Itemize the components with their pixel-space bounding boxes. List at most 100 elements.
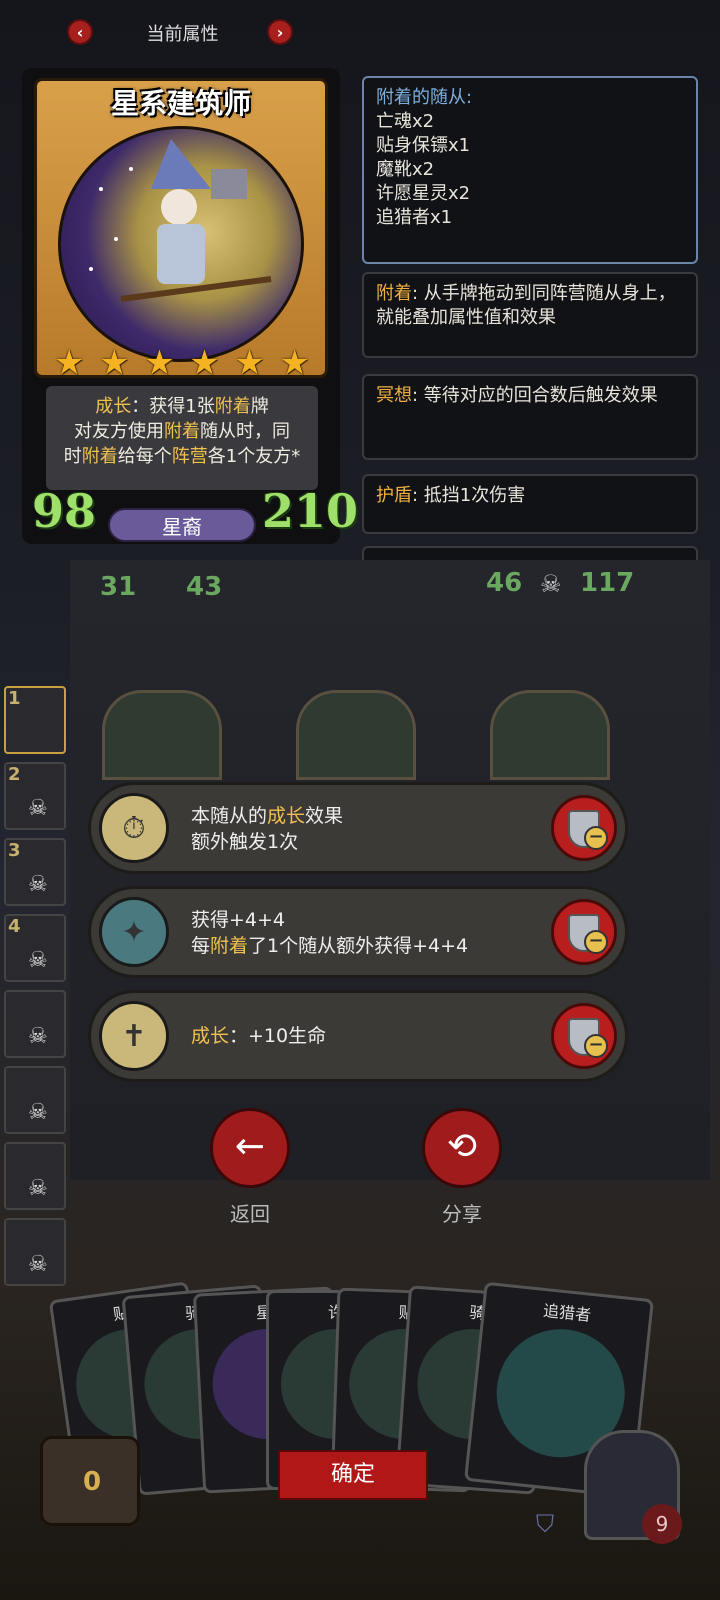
- slot-number: 3: [8, 840, 21, 861]
- skull-icon: ☠: [28, 872, 48, 897]
- attached-title: 附着的随从:: [376, 87, 473, 108]
- keyword-attach-panel: 附着: 从手牌拖动到同阵营随从身上，就能叠加属性值和效果: [362, 272, 698, 358]
- skull-icon: ☠: [540, 570, 562, 598]
- gold-count: 0: [83, 1467, 102, 1497]
- skull-icon: ☠: [28, 1024, 48, 1049]
- effect-row: ⏱ 本随从的成长效果 额外触发1次 −: [88, 782, 628, 874]
- sidebar-slot-2[interactable]: 2 ☠: [4, 762, 66, 830]
- keyword-growth: 成长: [191, 1025, 230, 1047]
- attached-item: 亡魂x2: [376, 111, 435, 132]
- shield-icon: ⛉: [536, 1510, 554, 1538]
- attached-item: 贴身保镖x1: [376, 135, 471, 156]
- shield-explanation: : 抵挡1次伤害: [412, 485, 526, 506]
- keyword-growth: 成长: [95, 396, 132, 417]
- hero-description: 成长：获得1张附着牌 对友方使用附着随从时，同 时附着给每个阵营各1个友方*: [46, 386, 318, 490]
- sidebar-slot-8[interactable]: ☠: [4, 1218, 66, 1286]
- effect-description: 成长：+10生命: [191, 1023, 326, 1049]
- attached-item: 许愿星灵x2: [376, 183, 471, 204]
- back-button[interactable]: ←: [210, 1108, 290, 1188]
- slot-number: 4: [8, 916, 21, 937]
- slot-number: 2: [8, 764, 21, 785]
- hero-health: 210: [262, 484, 359, 538]
- sidebar-slot-5[interactable]: ☠: [4, 990, 66, 1058]
- sidebar-slot-1[interactable]: 1: [4, 686, 66, 754]
- effect-text: 效果: [305, 805, 344, 827]
- hero-portrait: [58, 126, 304, 362]
- enemy-left-health: 43: [186, 572, 223, 602]
- keyword-meditate-panel: 冥想: 等待对应的回合数后触发效果: [362, 374, 698, 460]
- minus-icon: −: [584, 930, 608, 954]
- remove-effect-button[interactable]: −: [551, 1003, 617, 1069]
- desc-text: ：获得1张: [131, 396, 215, 417]
- back-label: 返回: [230, 1202, 270, 1226]
- keyword-growth: 成长: [267, 805, 306, 827]
- keyword-attach: 附着: [214, 396, 251, 417]
- sidebar-slot-6[interactable]: ☠: [4, 1066, 66, 1134]
- sidebar-slot-3[interactable]: 3 ☠: [4, 838, 66, 906]
- hero-star-rating: ★ ★ ★ ★ ★ ★: [54, 346, 310, 380]
- desc-text: 对友方使用: [74, 421, 164, 442]
- effect-text: 了1个随从额外获得+4+4: [248, 935, 469, 957]
- meditate-explanation: : 等待对应的回合数后触发效果: [412, 385, 658, 406]
- desc-text: 给每个: [117, 446, 172, 467]
- skull-icon: ☠: [28, 1100, 48, 1125]
- sidebar-slot-4[interactable]: 4 ☠: [4, 914, 66, 982]
- desc-text: 牌: [250, 396, 269, 417]
- star-icon: ★: [279, 343, 310, 383]
- board-minion[interactable]: [490, 690, 610, 780]
- keyword-attach: 附着: [81, 446, 118, 467]
- confirm-button[interactable]: 确定: [278, 1450, 428, 1500]
- attach-explanation: : 从手牌拖动到同阵营随从身上，就能叠加属性值和效果: [376, 283, 676, 328]
- remove-effect-button[interactable]: −: [551, 795, 617, 861]
- attached-minions-panel: 附着的随从: 亡魂x2 贴身保镖x1 魔靴x2 许愿星灵x2 追猎者x1: [362, 76, 698, 264]
- skull-icon: ☠: [28, 1176, 48, 1201]
- card-name: 追猎者: [542, 1300, 592, 1325]
- treasure-chest[interactable]: 0: [40, 1436, 140, 1526]
- effect-row: ✝ 成长：+10生命 −: [88, 990, 628, 1082]
- desc-text: 随从时，同: [200, 421, 290, 442]
- desc-text: 时: [63, 446, 82, 467]
- attached-item: 魔靴x2: [376, 159, 435, 180]
- player-health: 9: [642, 1504, 682, 1544]
- hero-attack: 98: [32, 484, 97, 538]
- cross-gravestone-icon: ✝: [99, 1001, 169, 1071]
- board-minion[interactable]: [102, 690, 222, 780]
- keyword-shield-panel: 护盾: 抵挡1次伤害: [362, 474, 698, 534]
- star-icon: ★: [234, 343, 265, 383]
- board-minion[interactable]: [296, 690, 416, 780]
- minus-icon: −: [584, 1034, 608, 1058]
- previous-arrow-button[interactable]: ‹: [67, 19, 93, 45]
- star-icon: ★: [54, 343, 85, 383]
- enemy-right-attack: 46: [486, 568, 523, 598]
- share-icon: ⟲: [446, 1126, 478, 1167]
- skull-icon: ☠: [28, 1252, 48, 1277]
- keyword-attach: 附着: [210, 935, 249, 957]
- effect-description: 获得+4+4 每附着了1个随从额外获得+4+4: [191, 907, 468, 959]
- effect-text: 每: [191, 935, 211, 957]
- sidebar-slot-7[interactable]: ☠: [4, 1142, 66, 1210]
- skull-icon: ☠: [28, 948, 48, 973]
- enemy-left-attack: 31: [100, 572, 137, 602]
- effect-text: ：+10生命: [229, 1025, 327, 1047]
- next-arrow-button[interactable]: ›: [267, 19, 293, 45]
- star-icon: ★: [99, 343, 130, 383]
- star-icon: ★: [144, 343, 175, 383]
- effect-text: 额外触发1次: [191, 831, 299, 853]
- share-button[interactable]: ⟲: [422, 1108, 502, 1188]
- arrow-left-icon: ←: [234, 1126, 266, 1167]
- remove-effect-button[interactable]: −: [551, 899, 617, 965]
- effect-text: 本随从的: [191, 805, 268, 827]
- slot-number: 1: [8, 688, 21, 709]
- gauntlet-stopwatch-icon: ⏱: [99, 793, 169, 863]
- share-label: 分享: [442, 1202, 482, 1226]
- attached-item: 追猎者x1: [376, 207, 453, 228]
- effect-text: 获得+4+4: [191, 909, 286, 931]
- keyword-shield: 护盾: [376, 485, 412, 506]
- effect-row: ✦ 获得+4+4 每附着了1个随从额外获得+4+4 −: [88, 886, 628, 978]
- enemy-right-health: 117: [580, 568, 635, 598]
- keyword-faction: 阵营: [171, 446, 208, 467]
- page-title: 当前属性: [146, 24, 219, 45]
- portal-icon: ✦: [99, 897, 169, 967]
- skull-icon: ☠: [28, 796, 48, 821]
- minus-icon: −: [584, 826, 608, 850]
